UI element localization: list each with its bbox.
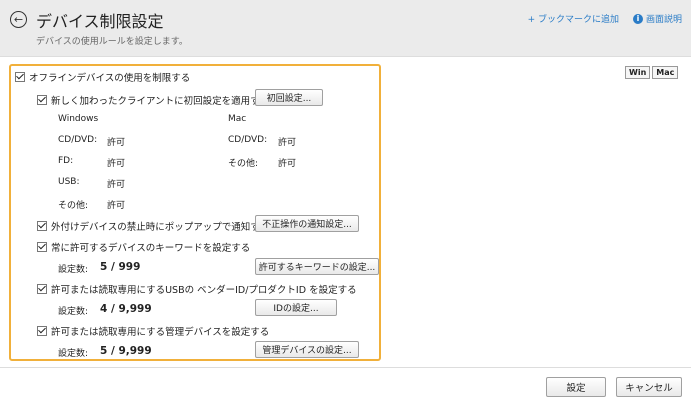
page-subtitle: デバイスの使用ルールを設定します。 xyxy=(36,37,188,47)
allowed-keyword-settings-button[interactable]: 許可するキーワードの設定... xyxy=(255,258,379,275)
initial-setting-checkbox[interactable] xyxy=(37,95,47,105)
footer-divider xyxy=(0,367,691,368)
windows-usb-label: USB: xyxy=(58,177,80,187)
mgmt-device-checkbox[interactable] xyxy=(37,326,47,336)
keyword-row[interactable]: 常に許可するデバイスのキーワードを設定する xyxy=(37,240,250,254)
info-icon: i xyxy=(632,13,643,24)
windows-fd-label: FD: xyxy=(58,156,74,166)
keyword-label: 常に許可するデバイスのキーワードを設定する xyxy=(51,243,251,254)
mac-heading: Mac xyxy=(228,114,247,124)
page-title: デバイス制限設定 xyxy=(36,12,164,31)
save-settings-button[interactable]: 設定 xyxy=(546,377,606,397)
usb-id-row[interactable]: 許可または読取専用にするUSBの ベンダーID/プロダクトID を設定する xyxy=(37,282,357,296)
mac-other-label: その他: xyxy=(228,159,259,169)
usb-id-label: 許可または読取専用にするUSBの ベンダーID/プロダクトID を設定する xyxy=(51,285,357,296)
mac-other-value: 許可 xyxy=(278,159,297,169)
initial-setting-row[interactable]: 新しく加わったクライアントに初回設定を適用する xyxy=(37,93,269,107)
keyword-count-label: 設定数: xyxy=(58,265,89,275)
windows-usb-value: 許可 xyxy=(107,180,126,190)
help-link[interactable]: i 画面説明 xyxy=(632,12,682,25)
usb-id-count-label: 設定数: xyxy=(58,307,89,317)
mgmt-device-label: 許可または読取専用にする管理デバイスを設定する xyxy=(51,327,270,338)
mgmt-device-count-value: 5 / 9,999 xyxy=(100,345,152,357)
keyword-checkbox[interactable] xyxy=(37,242,47,252)
header-links: + ブックマークに追加 i 画面説明 xyxy=(528,12,682,25)
initial-setting-button[interactable]: 初回設定... xyxy=(255,89,323,106)
offline-restrict-label: オフラインデバイスの使用を制限する xyxy=(29,73,191,84)
mgmt-device-count-label: 設定数: xyxy=(58,349,89,359)
popup-notify-label: 外付けデバイスの禁止時にポップアップで通知する xyxy=(51,222,270,233)
usb-id-count-value: 4 / 9,999 xyxy=(100,303,152,315)
windows-other-label: その他: xyxy=(58,201,89,211)
initial-setting-label: 新しく加わったクライアントに初回設定を適用する xyxy=(51,96,270,107)
device-restriction-settings-panel: オフラインデバイスの使用を制限する 新しく加わったクライアントに初回設定を適用す… xyxy=(9,64,381,361)
mgmt-device-row[interactable]: 許可または読取専用にする管理デバイスを設定する xyxy=(37,324,269,338)
os-toggle: Win Mac xyxy=(625,66,679,79)
usb-id-checkbox[interactable] xyxy=(37,284,47,294)
keyword-count-value: 5 / 999 xyxy=(100,261,141,273)
windows-fd-value: 許可 xyxy=(107,159,126,169)
windows-cddvd-label: CD/DVD: xyxy=(58,135,98,145)
cancel-button[interactable]: キャンセル xyxy=(616,377,682,397)
popup-notify-row[interactable]: 外付けデバイスの禁止時にポップアップで通知する xyxy=(37,219,269,233)
popup-notify-checkbox[interactable] xyxy=(37,221,47,231)
back-arrow-icon[interactable]: ← xyxy=(10,11,27,28)
page-header: ← デバイス制限設定 デバイスの使用ルールを設定します。 + ブックマークに追加… xyxy=(0,0,691,57)
mac-toggle-button[interactable]: Mac xyxy=(652,66,679,79)
offline-restrict-checkbox[interactable] xyxy=(15,72,25,82)
windows-other-value: 許可 xyxy=(107,201,126,211)
win-toggle-button[interactable]: Win xyxy=(625,66,651,79)
mgmt-device-settings-button[interactable]: 管理デバイスの設定... xyxy=(255,341,359,358)
mac-cddvd-value: 許可 xyxy=(278,138,297,148)
help-link-label: 画面説明 xyxy=(645,15,682,25)
violation-notify-settings-button[interactable]: 不正操作の通知設定... xyxy=(255,215,359,232)
add-bookmark-link[interactable]: + ブックマークに追加 xyxy=(528,12,619,25)
windows-cddvd-value: 許可 xyxy=(107,138,126,148)
windows-heading: Windows xyxy=(58,114,99,124)
mac-cddvd-label: CD/DVD: xyxy=(228,135,268,145)
offline-restrict-row[interactable]: オフラインデバイスの使用を制限する xyxy=(15,70,190,84)
id-settings-button[interactable]: IDの設定... xyxy=(255,299,337,316)
